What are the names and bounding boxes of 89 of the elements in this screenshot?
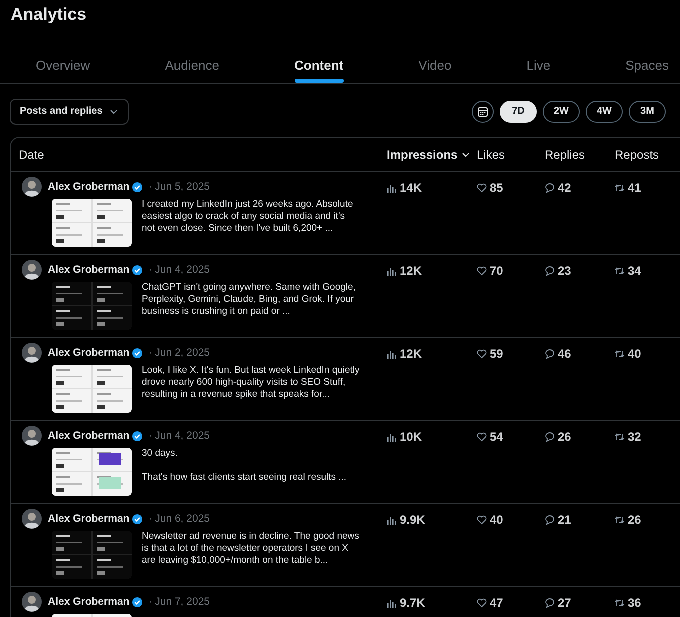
heart-icon	[477, 183, 487, 193]
impression-count: 12K	[387, 255, 422, 278]
tab[interactable]: Video	[418, 32, 452, 83]
heart-icon	[477, 598, 487, 608]
like-count: 70	[477, 255, 504, 278]
speech-bubble-icon	[545, 598, 555, 608]
post-date: · Jun 4, 2025	[148, 430, 210, 442]
column-header[interactable]: Date	[11, 148, 44, 162]
author-name[interactable]: Alex Groberman	[48, 596, 130, 608]
impression-count: 9.9K	[387, 504, 426, 527]
column-header[interactable]: Likes	[477, 148, 506, 162]
repost-count: 40	[615, 338, 642, 361]
replie-count: 46	[545, 338, 572, 361]
replie-count: 26	[545, 421, 572, 444]
speech-bubble-icon	[545, 432, 555, 442]
filter-dropdown[interactable]: Posts and replies	[10, 98, 129, 124]
post-text: Look, I like X. It's fun. But last week LinkedIn quietly drove nearly 600 high-quality visits to SEO Stuff, resulting in a revenue spike that speaks for...	[142, 365, 360, 402]
tab[interactable]: Audience	[165, 32, 220, 83]
repost-count: 41	[615, 172, 642, 195]
repost-icon	[615, 432, 625, 442]
post-text: 30 days. That's how fast clients start seeing real results ...	[142, 448, 348, 485]
heart-icon	[477, 266, 487, 276]
replie-count: 23	[545, 255, 572, 278]
speech-bubble-icon	[545, 183, 555, 193]
bar-chart-icon	[387, 598, 397, 608]
tab[interactable]: Spaces	[626, 32, 669, 83]
like-count: 59	[477, 338, 504, 361]
heart-icon	[477, 432, 487, 442]
column-header[interactable]: Reposts	[615, 148, 660, 162]
avatar	[22, 343, 42, 363]
avatar	[22, 592, 42, 612]
speech-bubble-icon	[545, 515, 555, 525]
like-count: 54	[477, 421, 504, 444]
post-text: ChatGPT isn't going anywhere. Same with Google, Perplexity, Gemini, Claude, Bing, and Grok. If your business is crushing it on paid or ...	[142, 282, 357, 319]
like-count: 40	[477, 504, 504, 527]
speech-bubble-icon	[545, 349, 555, 359]
post-date: · Jun 6, 2025	[148, 513, 210, 525]
bar-chart-icon	[387, 183, 397, 193]
period-chip[interactable]: 3M	[629, 100, 666, 122]
heart-icon	[477, 515, 487, 525]
heart-icon	[477, 349, 487, 359]
column-header[interactable]: Impressions	[387, 148, 471, 162]
repost-icon	[615, 598, 625, 608]
impression-count: 9.7K	[387, 587, 426, 610]
repost-icon	[615, 515, 625, 525]
impression-count: 14K	[387, 172, 422, 195]
column-header[interactable]: Replies	[545, 148, 586, 162]
post-date: · Jun 4, 2025	[148, 264, 210, 276]
page-title: Analytics	[10, 4, 88, 26]
author-name[interactable]: Alex Groberman	[48, 430, 130, 442]
repost-icon	[615, 183, 625, 193]
author-name[interactable]: Alex Groberman	[48, 264, 130, 276]
bar-chart-icon	[387, 515, 397, 525]
post-date: · Jun 5, 2025	[148, 181, 210, 193]
author-name[interactable]: Alex Groberman	[48, 513, 130, 525]
repost-icon	[615, 349, 625, 359]
repost-count: 26	[615, 504, 642, 527]
tab[interactable]: Live	[526, 32, 551, 83]
avatar	[22, 260, 42, 280]
impression-count: 12K	[387, 338, 422, 361]
period-chip[interactable]: 4W	[586, 100, 623, 122]
replie-count: 42	[545, 172, 572, 195]
replie-count: 21	[545, 504, 572, 527]
post-text: Newsletter ad revenue is in decline. The good news is that a lot of the newsletter operators I see on X are leaving $10,000+/month on the table b...	[142, 531, 360, 568]
bar-chart-icon	[387, 349, 397, 359]
bar-chart-icon	[387, 266, 397, 276]
replie-count: 27	[545, 587, 572, 610]
author-name[interactable]: Alex Groberman	[48, 347, 130, 359]
avatar	[22, 426, 42, 446]
tab[interactable]: Overview	[36, 32, 90, 83]
speech-bubble-icon	[545, 266, 555, 276]
like-count: 85	[477, 172, 504, 195]
tab[interactable]: Content	[294, 32, 344, 83]
author-name[interactable]: Alex Groberman	[48, 181, 130, 193]
period-chip[interactable]: 2W	[543, 100, 580, 122]
repost-count: 32	[615, 421, 642, 444]
post-date: · Jun 7, 2025	[148, 596, 210, 608]
bar-chart-icon	[387, 432, 397, 442]
calendar-icon[interactable]	[472, 100, 494, 122]
avatar	[22, 509, 42, 529]
post-date: · Jun 2, 2025	[148, 347, 210, 359]
impression-count: 10K	[387, 421, 422, 444]
repost-icon	[615, 266, 625, 276]
post-text: I created my LinkedIn just 26 weeks ago. Absolute easiest algo to crack of any social media and it's not even close. Since then I've built 6,200+ ...	[142, 199, 354, 236]
repost-count: 34	[615, 255, 642, 278]
repost-count: 36	[615, 587, 642, 610]
like-count: 47	[477, 587, 504, 610]
period-chip[interactable]: 7D	[500, 100, 537, 122]
avatar	[22, 177, 42, 197]
